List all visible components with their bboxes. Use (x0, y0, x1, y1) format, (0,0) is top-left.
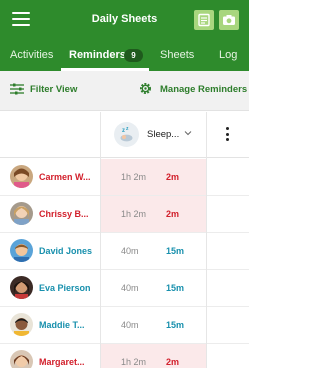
notes-icon (198, 13, 210, 27)
tab-log[interactable]: Log (219, 49, 237, 61)
reminder-interval: 2m (166, 172, 180, 182)
overdue-cell (101, 344, 206, 368)
reminder-interval: 2m (166, 357, 180, 367)
svg-text:z: z (126, 126, 129, 132)
avatar (10, 202, 33, 225)
reminders-count-badge: 9 (124, 49, 143, 62)
elapsed-time: 1h 2m (121, 172, 147, 182)
overdue-cell (101, 159, 206, 195)
reminder-interval: 2m (166, 209, 180, 219)
table-row[interactable]: David Jones 40m 15m (0, 233, 249, 270)
child-name[interactable]: David Jones (39, 246, 92, 256)
avatar (10, 165, 33, 188)
reminder-interval: 15m (166, 246, 185, 256)
elapsed-time: 40m (121, 246, 139, 256)
elapsed-time: 40m (121, 320, 139, 330)
sliders-icon (10, 83, 24, 95)
tab-reminders[interactable]: Reminders (69, 49, 126, 61)
chevron-down-icon[interactable] (184, 130, 192, 136)
tab-sheets[interactable]: Sheets (160, 49, 194, 61)
camera-button[interactable] (219, 10, 239, 30)
camera-icon (223, 15, 235, 25)
app-bar: Daily Sheets (0, 0, 249, 40)
table-row[interactable]: Eva Pierson 40m 15m (0, 270, 249, 307)
reminder-interval: 15m (166, 283, 185, 293)
column-divider (100, 112, 101, 368)
child-name[interactable]: Maddie T... (39, 320, 85, 330)
child-name[interactable]: Margaret... (39, 357, 85, 367)
gear-icon (140, 83, 151, 94)
tab-bar: Activities Reminders 9 Sheets Log (0, 40, 249, 71)
toolbar: Filter View Manage Reminders (0, 71, 249, 111)
child-name[interactable]: Carmen W... (39, 172, 91, 182)
child-name[interactable]: Chrissy B... (39, 209, 89, 219)
table-row[interactable]: Maddie T... 40m 15m (0, 307, 249, 344)
manage-reminders-label: Manage Reminders (160, 84, 248, 95)
avatar (10, 239, 33, 262)
reminder-interval: 15m (166, 320, 185, 330)
elapsed-time: 1h 2m (121, 209, 147, 219)
column-divider (206, 112, 207, 368)
reminder-column-label[interactable]: Sleep... (147, 129, 179, 140)
overdue-cell (101, 196, 206, 232)
avatar (10, 276, 33, 299)
child-name[interactable]: Eva Pierson (39, 283, 91, 293)
table-row[interactable]: Margaret... 1h 2m 2m (0, 344, 249, 368)
elapsed-time: 1h 2m (121, 357, 147, 367)
avatar (10, 313, 33, 336)
tab-activities[interactable]: Activities (10, 49, 53, 61)
table-row[interactable]: Carmen W... 1h 2m 2m (0, 159, 249, 196)
sleep-zz-icon: z z (114, 122, 139, 147)
elapsed-time: 40m (121, 283, 139, 293)
notes-button[interactable] (194, 10, 214, 30)
filter-view-label: Filter View (30, 84, 78, 95)
table-row[interactable]: Chrissy B... 1h 2m 2m (0, 196, 249, 233)
avatar (10, 350, 33, 368)
svg-text:z: z (122, 128, 125, 134)
more-options-icon[interactable] (226, 127, 230, 141)
